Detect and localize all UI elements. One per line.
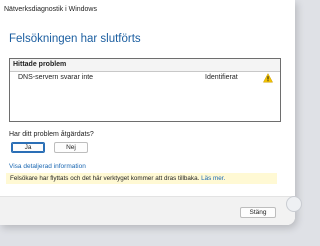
resolved-question: Har ditt problem åtgärdats? (9, 131, 94, 138)
title-bar: Nätverksdiagnostik i Windows (0, 0, 295, 22)
problems-header-label: Hittade problem (13, 61, 67, 68)
read-more-link[interactable]: Läs mer. (201, 175, 225, 182)
desktop-background: Nätverksdiagnostik i Windows Felsökninge… (0, 0, 302, 246)
info-bar-text: Felsökare har flyttats och det här verkt… (10, 175, 200, 182)
yes-button[interactable]: Ja (11, 142, 45, 153)
info-bar: Felsökare har flyttats och det här verkt… (6, 173, 277, 184)
problems-found-panel: Hittade problem DNS-servern svarar inte … (9, 58, 281, 122)
problems-header: Hittade problem (10, 59, 280, 72)
resize-handle[interactable] (286, 196, 302, 212)
window-footer: Stäng (0, 196, 295, 225)
warning-icon (263, 73, 273, 83)
show-details-link[interactable]: Visa detaljerad information (9, 163, 86, 170)
network-diagnostics-window: Nätverksdiagnostik i Windows Felsökninge… (0, 0, 295, 225)
window-title: Nätverksdiagnostik i Windows (4, 6, 97, 13)
close-button[interactable]: Stäng (240, 207, 276, 218)
problem-row[interactable]: DNS-servern svarar inte Identifierat (10, 72, 280, 84)
no-button[interactable]: Nej (54, 142, 88, 153)
info-bar-message: Felsökare har flyttats och det här verkt… (10, 175, 225, 182)
problem-status: Identifierat (205, 74, 238, 81)
problem-name: DNS-servern svarar inte (18, 74, 94, 81)
page-heading: Felsökningen har slutförts (9, 33, 141, 45)
